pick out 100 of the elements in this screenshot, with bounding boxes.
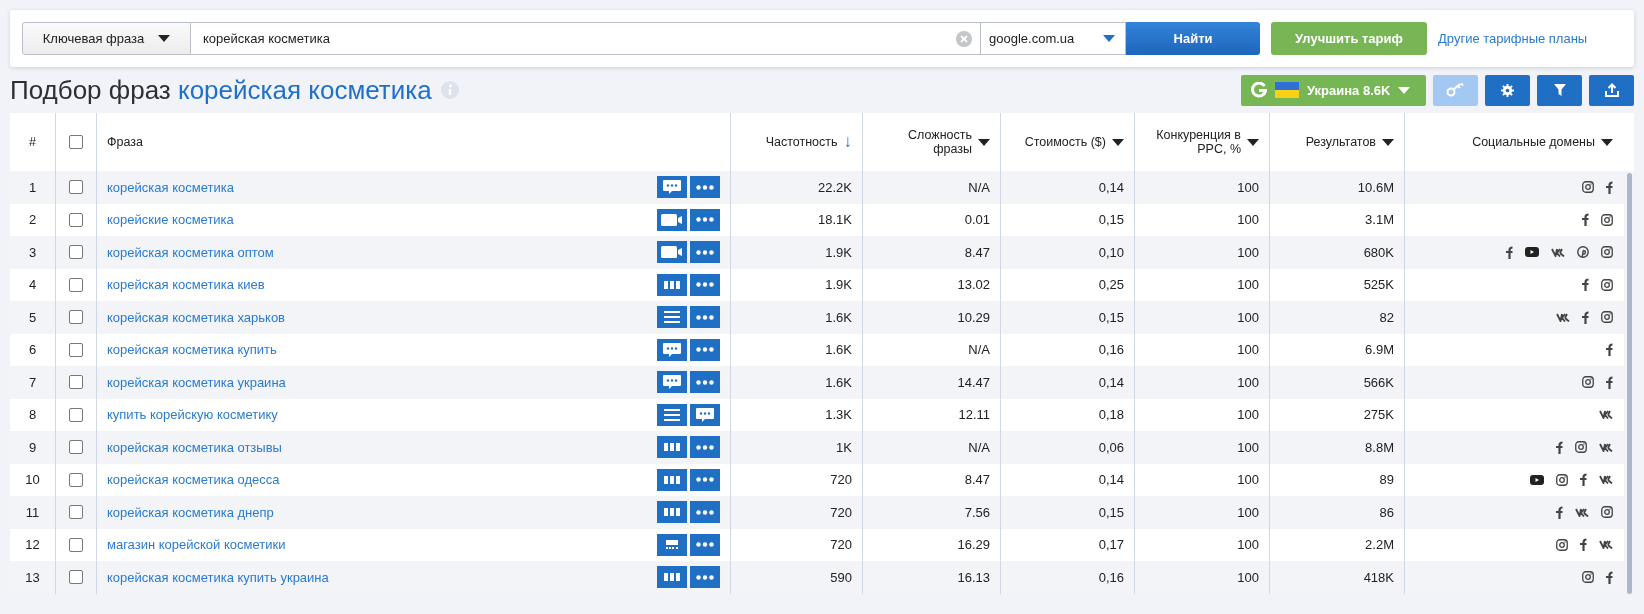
vk-icon[interactable] — [1599, 410, 1613, 420]
video-camera-icon[interactable] — [657, 241, 687, 264]
instagram-icon[interactable] — [1582, 181, 1594, 194]
chat-bubble-icon[interactable] — [657, 176, 687, 199]
vk-icon[interactable] — [1599, 475, 1613, 485]
caret-icon[interactable] — [1382, 138, 1394, 146]
phrase-link[interactable]: корейская косметика днепр — [107, 504, 657, 520]
instagram-icon[interactable] — [1556, 538, 1568, 551]
checkbox[interactable] — [69, 505, 83, 520]
pinterest-icon[interactable] — [1577, 246, 1589, 259]
caret-icon[interactable] — [1112, 138, 1124, 146]
more-icon[interactable] — [690, 566, 720, 589]
phrase-link[interactable]: корейская косметика одесса — [107, 472, 657, 488]
vk-icon[interactable] — [1575, 507, 1589, 517]
facebook-icon[interactable] — [1582, 278, 1589, 292]
column-header[interactable]: Результатов — [1305, 135, 1376, 149]
more-icon[interactable] — [690, 371, 720, 394]
instagram-icon[interactable] — [1601, 246, 1613, 259]
search-button[interactable]: Найти — [1126, 22, 1260, 55]
shopping-icon[interactable] — [657, 533, 687, 556]
checkbox[interactable] — [69, 245, 83, 260]
vk-icon[interactable] — [1599, 540, 1613, 550]
settings-button[interactable] — [1485, 74, 1530, 106]
phrase-link[interactable]: корейская косметика купить украина — [107, 569, 657, 585]
facebook-icon[interactable] — [1606, 375, 1613, 389]
phrase-link[interactable]: корейская косметика — [107, 179, 657, 195]
vk-icon[interactable] — [1599, 442, 1613, 452]
instagram-icon[interactable] — [1556, 473, 1568, 486]
checkbox[interactable] — [69, 342, 83, 357]
filter-button[interactable] — [1537, 74, 1582, 106]
bars-icon[interactable] — [657, 273, 687, 296]
checkbox[interactable] — [69, 212, 83, 227]
bars-icon[interactable] — [657, 436, 687, 459]
caret-icon[interactable] — [978, 138, 990, 146]
search-field[interactable]: корейская косметика — [191, 22, 981, 55]
bars-icon[interactable] — [657, 566, 687, 589]
checkbox[interactable] — [69, 472, 83, 487]
checkbox[interactable] — [69, 277, 83, 292]
more-icon[interactable] — [690, 468, 720, 491]
facebook-icon[interactable] — [1506, 245, 1513, 259]
search-engine-dropdown[interactable]: google.com.ua — [981, 22, 1126, 55]
column-header[interactable]: Частотность — [765, 135, 838, 149]
youtube-icon[interactable] — [1525, 247, 1539, 258]
checkbox[interactable] — [69, 570, 83, 585]
list-icon[interactable] — [657, 403, 687, 426]
video-camera-icon[interactable] — [657, 208, 687, 231]
checkbox[interactable] — [69, 180, 83, 195]
facebook-icon[interactable] — [1580, 473, 1587, 487]
instagram-icon[interactable] — [1601, 278, 1613, 291]
instagram-icon[interactable] — [1601, 311, 1613, 324]
facebook-icon[interactable] — [1556, 440, 1563, 454]
column-header[interactable]: Фраза — [107, 135, 143, 149]
instagram-icon[interactable] — [1601, 506, 1613, 519]
checkbox[interactable] — [69, 310, 83, 325]
more-icon[interactable] — [690, 338, 720, 361]
facebook-icon[interactable] — [1606, 180, 1613, 194]
instagram-icon[interactable] — [1601, 213, 1613, 226]
upgrade-button[interactable]: Улучшить тариф — [1271, 22, 1427, 55]
phrase-link[interactable]: корейские косметика — [107, 212, 657, 228]
bars-icon[interactable] — [657, 468, 687, 491]
bars-icon[interactable] — [657, 501, 687, 524]
caret-icon[interactable] — [1601, 138, 1613, 146]
export-button[interactable] — [1589, 74, 1634, 106]
phrase-link[interactable]: корейская косметика отзывы — [107, 439, 657, 455]
youtube-icon[interactable] — [1530, 474, 1544, 485]
phrase-link[interactable]: магазин корейской косметики — [107, 537, 657, 553]
chat-bubble-icon[interactable] — [657, 338, 687, 361]
facebook-icon[interactable] — [1582, 213, 1589, 227]
more-icon[interactable] — [690, 273, 720, 296]
vk-icon[interactable] — [1551, 247, 1565, 257]
phrase-link[interactable]: корейская косметика купить — [107, 342, 657, 358]
checkbox[interactable] — [69, 407, 83, 422]
phrase-link[interactable]: корейская косметика киев — [107, 277, 657, 293]
phrase-link[interactable]: корейская косметика оптом — [107, 244, 657, 260]
sort-arrow[interactable]: ↓ — [843, 132, 852, 152]
plans-link[interactable]: Другие тарифные планы — [1438, 31, 1588, 46]
facebook-icon[interactable] — [1556, 505, 1563, 519]
phrase-link[interactable]: корейская косметика харьков — [107, 309, 657, 325]
more-icon[interactable] — [690, 241, 720, 264]
more-icon[interactable] — [690, 436, 720, 459]
more-icon[interactable] — [690, 306, 720, 329]
region-dropdown[interactable]: Украина 8.6K — [1241, 74, 1426, 106]
facebook-icon[interactable] — [1582, 310, 1589, 324]
column-header[interactable]: Сложность фразы — [873, 128, 972, 156]
facebook-icon[interactable] — [1606, 343, 1613, 357]
checkbox[interactable] — [69, 375, 83, 390]
instagram-icon[interactable] — [1582, 376, 1594, 389]
column-header[interactable]: Стоимость ($) — [1024, 135, 1106, 149]
list-icon[interactable] — [657, 306, 687, 329]
instagram-icon[interactable] — [1582, 571, 1594, 584]
vk-icon[interactable] — [1556, 312, 1570, 322]
checkbox[interactable] — [69, 440, 83, 455]
column-header[interactable]: Конкуренция в PPC, % — [1145, 128, 1241, 156]
more-icon[interactable] — [690, 208, 720, 231]
search-mode-dropdown[interactable]: Ключевая фраза — [22, 22, 191, 55]
facebook-icon[interactable] — [1606, 570, 1613, 584]
caret-icon[interactable] — [1247, 138, 1259, 146]
checkbox[interactable] — [69, 537, 83, 552]
column-header[interactable]: Социальные домены — [1472, 135, 1595, 149]
checkbox[interactable] — [69, 135, 83, 149]
